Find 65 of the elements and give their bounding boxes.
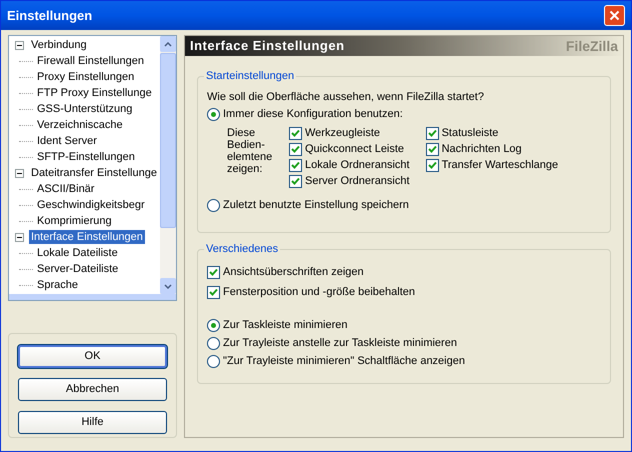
checkbox[interactable] (289, 126, 302, 140)
checkbox-label: Fensterposition und -größe beibehalten (223, 284, 416, 300)
radio-button[interactable] (207, 354, 220, 368)
checkbox[interactable] (426, 142, 439, 156)
radio-label: "Zur Trayleiste minimieren" Schaltfläche anzeigen (223, 354, 465, 369)
checkmark-icon (209, 288, 218, 296)
tree-item[interactable]: Firewall Einstellungen (36, 54, 145, 68)
checkmark-icon (209, 268, 218, 276)
question-text: Wie soll die Oberfläche aussehen, wenn FileZilla startet? (207, 90, 485, 105)
vertical-scrollbar[interactable] (160, 36, 176, 294)
dialog-button[interactable]: Hilfe (18, 411, 167, 434)
window-title: Einstellungen (7, 6, 92, 25)
tree-item[interactable]: Lokale Dateiliste (36, 246, 119, 260)
checkbox[interactable] (207, 286, 220, 298)
radio-button[interactable] (207, 198, 220, 212)
checkbox-label: Werkzeugleiste (305, 126, 380, 141)
group-title: Starteinstellungen (204, 69, 296, 83)
checkbox[interactable] (289, 158, 302, 172)
collapse-icon[interactable] (15, 232, 24, 242)
checkbox-label: Quickconnect Leiste (305, 142, 404, 157)
tree-item[interactable]: GSS-Unterstützung (36, 102, 134, 116)
checkbox[interactable] (289, 142, 302, 156)
tree-item[interactable]: Verzeichniscache (36, 118, 124, 132)
dialog-button[interactable]: OK (18, 345, 167, 368)
radio-button[interactable] (207, 318, 220, 332)
dialog-button[interactable]: Abbrechen (18, 378, 167, 401)
checkbox[interactable] (207, 266, 220, 278)
brand-label: FileZilla (566, 36, 618, 56)
horizontal-scrollbar[interactable] (9, 294, 176, 300)
controls-label: Diese Bedien-elemtene zeigen: (227, 126, 274, 177)
tree-item[interactable]: Sprache (36, 278, 79, 292)
radio-label: Immer diese Konfiguration benutzen: (223, 106, 403, 122)
radio-button[interactable] (207, 336, 220, 350)
panel-title: Interface Einstellungen (190, 37, 345, 56)
collapse-icon[interactable] (15, 40, 24, 50)
tree-item[interactable]: Komprimierung (36, 214, 113, 228)
close-icon (609, 10, 620, 21)
tree-item[interactable]: Server-Dateiliste (36, 262, 120, 276)
close-button[interactable] (604, 5, 625, 26)
collapse-icon[interactable] (15, 168, 24, 178)
tree-item[interactable]: Dateitransfer Einstellunge (29, 166, 159, 180)
checkbox-label: Nachrichten Log (442, 142, 522, 157)
radio-label: Zur Taskleiste minimieren (223, 318, 348, 333)
tree-item[interactable]: ASCII/Binär (36, 182, 96, 196)
checkbox-label: Server Ordneransicht (305, 174, 410, 189)
tree-item[interactable]: Geschwindigkeitsbegr (36, 198, 146, 212)
scroll-up-icon[interactable] (160, 36, 176, 52)
scroll-down-icon[interactable] (160, 278, 176, 294)
tree-item[interactable]: Proxy Einstellungen (36, 70, 136, 84)
checkbox[interactable] (289, 174, 302, 188)
checkbox[interactable] (426, 158, 439, 172)
radio-label: Zuletzt benutzte Einstellung speichern (223, 198, 409, 213)
tree-item[interactable]: Verbindung (29, 38, 89, 52)
tree-item[interactable]: SFTP-Einstellungen (36, 150, 136, 164)
radio-button[interactable] (207, 108, 220, 120)
tree-item[interactable]: Interface Einstellungen (29, 230, 145, 244)
checkbox-label: Statusleiste (442, 126, 498, 141)
checkbox[interactable] (426, 126, 439, 140)
checkbox-label: Ansichtsüberschriften zeigen (223, 264, 364, 280)
radio-label: Zur Trayleiste anstelle zur Taskleiste minimieren (223, 336, 457, 351)
checkbox-label: Lokale Ordneransicht (305, 158, 410, 173)
tree-item[interactable]: FTP Proxy Einstellunge (36, 86, 153, 100)
checkbox-label: Transfer Warteschlange (442, 158, 558, 173)
tree-item[interactable]: Ident Server (36, 134, 98, 148)
scroll-thumb[interactable] (160, 53, 176, 228)
